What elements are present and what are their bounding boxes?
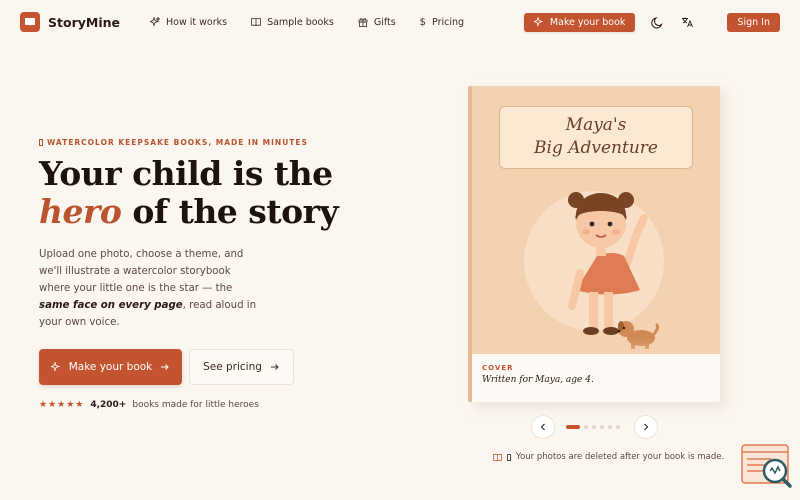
make-book-button[interactable]: Make your book <box>39 349 182 385</box>
nav-link-label: Gifts <box>373 16 396 28</box>
nav-link-label: Pricing <box>432 16 465 28</box>
nav-pricing[interactable]: $ Pricing <box>420 17 464 28</box>
nav-sample-books[interactable]: Sample books <box>251 17 334 28</box>
chevron-right-icon <box>644 423 649 431</box>
make-book-nav-button[interactable]: Make your book <box>523 12 636 32</box>
rating-text: books made for little heroes <box>132 400 259 410</box>
nav-gifts[interactable]: Gifts <box>358 17 396 28</box>
carousel-dot[interactable] <box>592 425 596 429</box>
hero-title-accent: hero <box>39 192 122 231</box>
brand-name: StoryMine <box>48 14 120 30</box>
book-open-icon <box>251 18 261 27</box>
rating-stars: ★★★★★ <box>39 400 85 410</box>
eyebrow-icon <box>39 139 43 146</box>
sparkle-icon <box>149 17 160 27</box>
dark-mode-toggle[interactable] <box>649 14 665 30</box>
help-widget[interactable] <box>741 443 793 489</box>
brand[interactable]: StoryMine <box>20 12 120 32</box>
translate-icon <box>682 17 694 28</box>
book-preview: Maya's Big Adventure COVER Written for M… <box>468 86 726 408</box>
carousel-prev-button[interactable] <box>531 415 555 439</box>
see-pricing-label: See pricing <box>203 361 262 373</box>
carousel-next-button[interactable] <box>634 415 658 439</box>
book-footer: COVER Written for Maya, age 4. <box>472 354 720 402</box>
arrow-right-icon <box>161 364 169 370</box>
carousel-dots <box>566 425 620 429</box>
nav-link-label: How it works <box>165 16 228 28</box>
moon-icon <box>651 16 663 28</box>
arrow-right-icon <box>270 364 279 370</box>
rating-row: ★★★★★ 4,200+ books made for little heroe… <box>39 400 259 410</box>
hero-description: Upload one photo, choose a theme, and we… <box>39 246 259 331</box>
carousel-dot[interactable] <box>616 425 620 429</box>
sign-in-label: Sign In <box>737 16 770 28</box>
book-logo-icon <box>20 12 40 32</box>
carousel-dot[interactable] <box>584 425 588 429</box>
language-button[interactable] <box>679 14 695 30</box>
carousel-dot[interactable] <box>566 425 580 429</box>
sparkle-icon <box>50 362 60 372</box>
sign-in-button[interactable]: Sign In <box>727 12 780 32</box>
nav-how-it-works[interactable]: How it works <box>149 16 228 28</box>
cover-label: COVER <box>482 364 514 372</box>
dollar-icon: $ <box>419 16 427 28</box>
search-help-icon <box>741 444 792 488</box>
sparkle-icon <box>533 17 544 27</box>
eyebrow-text: WATERCOLOR KEEPSAKE BOOKS, MADE IN MINUT… <box>47 138 308 147</box>
cover-dedication: Written for Maya, age 4. <box>482 375 594 385</box>
book-title-card: Maya's Big Adventure <box>499 106 693 169</box>
hero-title-pre: Your child is the <box>39 154 333 193</box>
gift-icon <box>358 18 368 27</box>
top-nav: StoryMine How it works Sample books Gift… <box>0 0 800 44</box>
hero-desc-pre: Upload one photo, choose a theme, and we… <box>39 249 244 294</box>
hero-eyebrow: WATERCOLOR KEEPSAKE BOOKS, MADE IN MINUT… <box>39 138 308 147</box>
dog-illustration <box>617 321 660 349</box>
hero-desc-bold: same face on every page <box>39 300 183 311</box>
book-open-icon <box>493 453 502 461</box>
privacy-note: Your photos are deleted after your book … <box>493 452 724 462</box>
make-book-nav-label: Make your book <box>549 16 626 28</box>
hero-title: Your child is the hero of the story <box>39 155 419 231</box>
chevron-left-icon <box>540 423 545 431</box>
make-book-label: Make your book <box>68 361 153 373</box>
see-pricing-button[interactable]: See pricing <box>189 349 294 385</box>
book-title-line1: Maya's <box>565 115 627 135</box>
carousel-dot[interactable] <box>600 425 604 429</box>
shield-icon <box>507 453 511 461</box>
book-cover: Maya's Big Adventure COVER Written for M… <box>468 86 720 402</box>
rating-count: 4,200+ <box>90 400 127 410</box>
carousel-dot[interactable] <box>608 425 612 429</box>
nav-link-label: Sample books <box>267 16 334 28</box>
privacy-text: Your photos are deleted after your book … <box>516 452 725 462</box>
book-title-line2: Big Adventure <box>534 138 658 158</box>
hero-title-post: of the story <box>121 192 339 231</box>
